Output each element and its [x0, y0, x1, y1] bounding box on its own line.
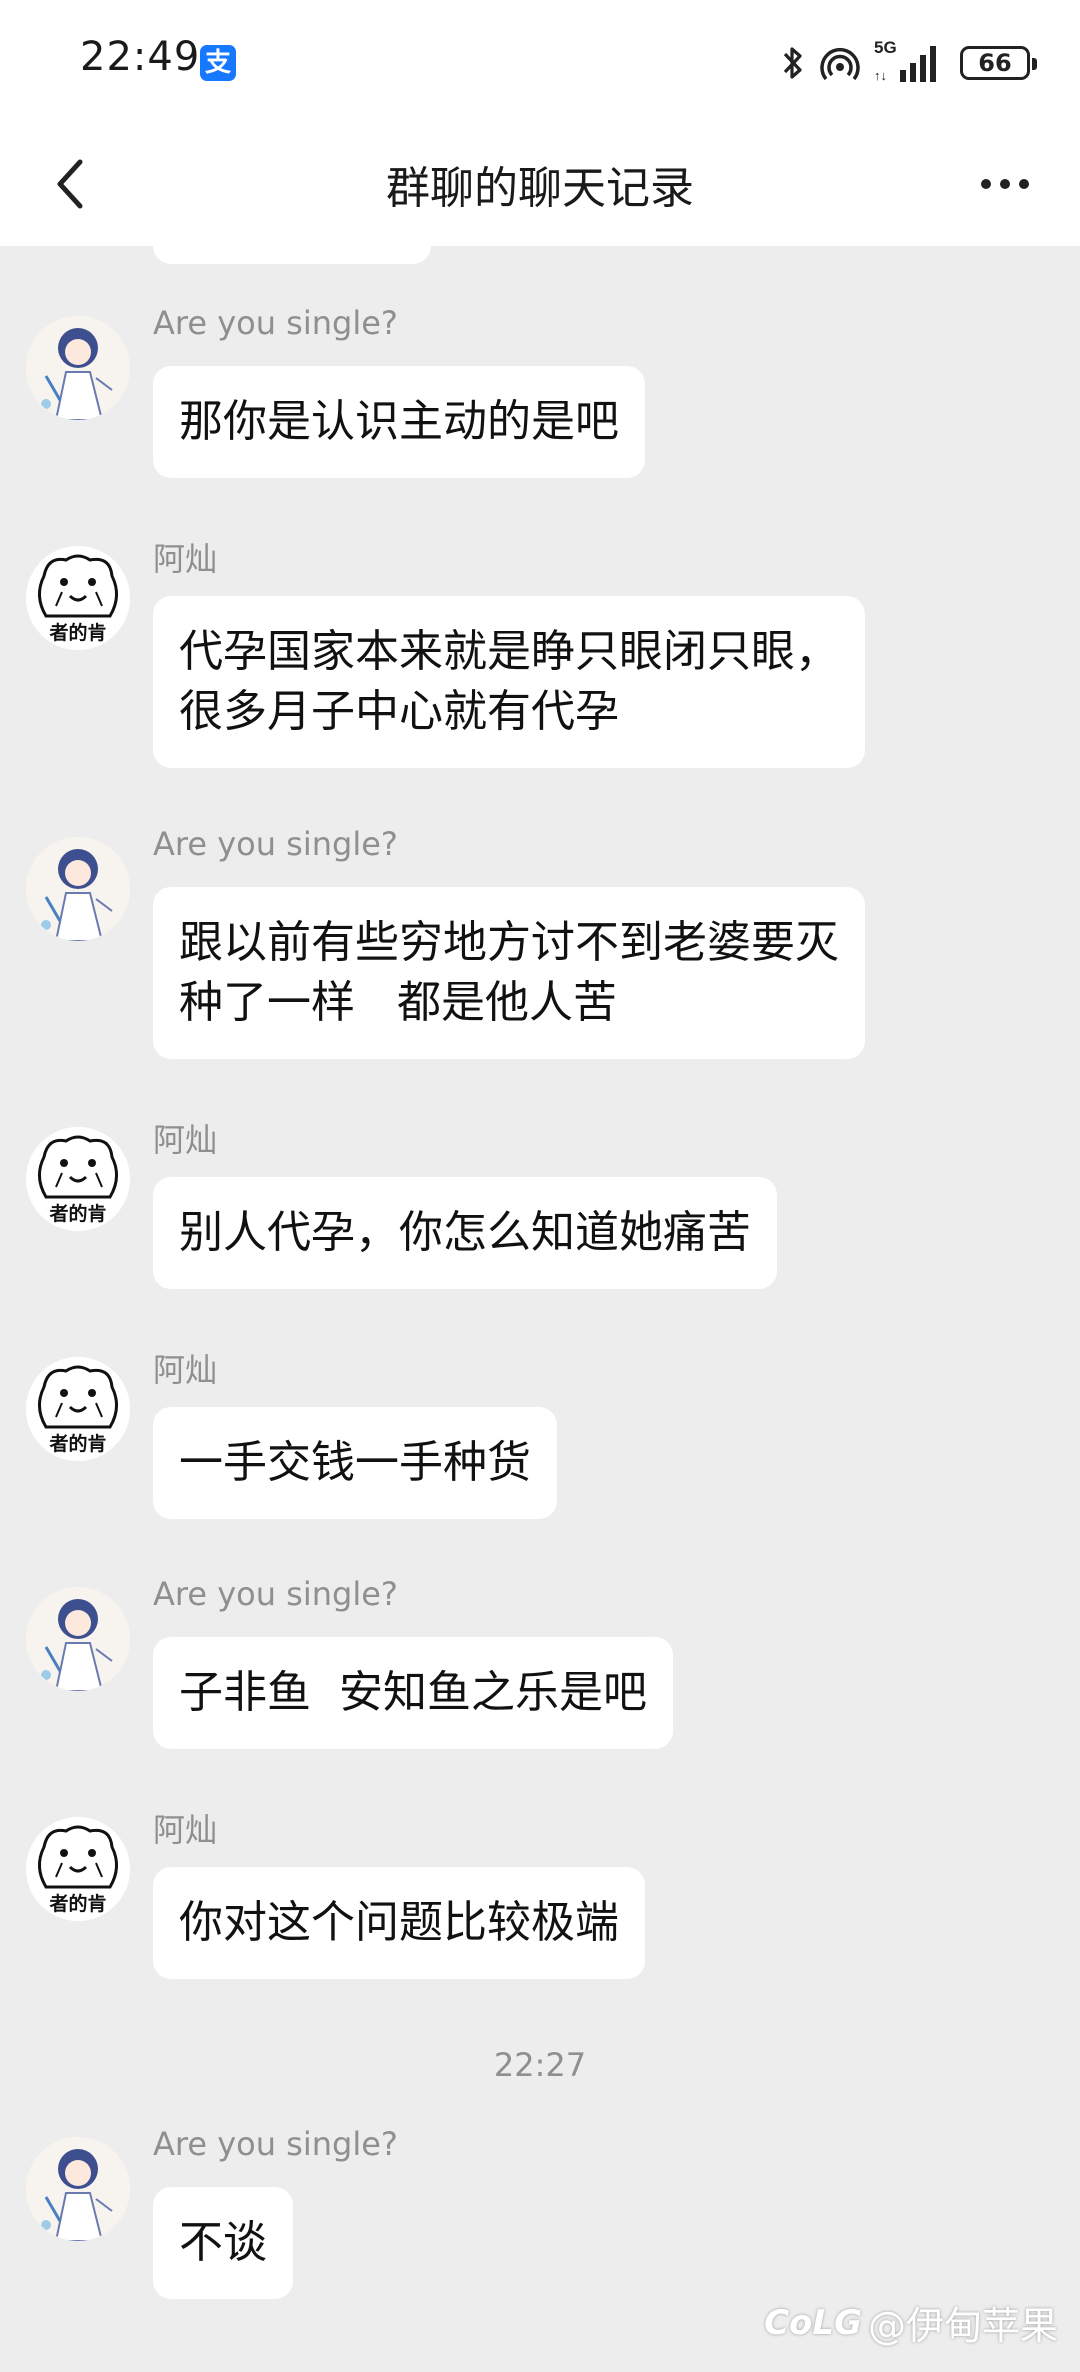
avatar-caption: 者的肯 — [49, 622, 107, 644]
battery-indicator: 66 — [960, 46, 1037, 80]
battery-level: 66 — [978, 49, 1012, 77]
message-bubble[interactable]: 别人代孕，你怎么知道她痛苦 — [153, 1177, 777, 1289]
page-title: 群聊的聊天记录 — [386, 163, 694, 214]
signal-icon: 5G ↑↓ — [874, 38, 946, 84]
message-bubble[interactable]: 那你是认识主动的是吧 — [153, 366, 645, 478]
more-dot-icon — [981, 179, 991, 189]
sender-name: 阿灿 — [153, 1811, 218, 1849]
status-bar: 22:49 支 5G ↑↓ 66 — [0, 0, 1080, 120]
avatar-caption: 者的肯 — [49, 1203, 107, 1225]
sender-name: 阿灿 — [153, 1351, 218, 1389]
anime-girl-avatar[interactable] — [26, 316, 130, 420]
watermark-text: @伊甸苹果 — [867, 2304, 1058, 2348]
bluetooth-icon — [783, 47, 802, 79]
meme-bear-avatar[interactable]: 者的肯 — [26, 1817, 130, 1921]
message-bubble-partial[interactable] — [153, 246, 431, 264]
meme-bear-avatar[interactable]: 者的肯 — [26, 546, 130, 650]
alipay-icon: 支 — [200, 45, 236, 81]
chat-history[interactable]: Are you single? 那你是认识主动的是吧 者的肯 阿灿 代孕国家本来… — [0, 246, 1080, 2372]
meme-bear-avatar[interactable]: 者的肯 — [26, 1127, 130, 1231]
message-bubble[interactable]: 代孕国家本来就是睁只眼闭只眼， 很多月子中心就有代孕 — [153, 596, 865, 768]
hotspot-icon — [820, 48, 860, 81]
watermark: CoLG @伊甸苹果 — [764, 2295, 1058, 2350]
more-options-button[interactable] — [960, 144, 1050, 224]
more-dot-icon — [1019, 179, 1029, 189]
watermark-logo: CoLG — [764, 2302, 862, 2343]
anime-girl-avatar[interactable] — [26, 2137, 130, 2241]
message-bubble[interactable]: 你对这个问题比较极端 — [153, 1867, 645, 1979]
anime-girl-avatar[interactable] — [26, 1587, 130, 1691]
meme-bear-avatar[interactable]: 者的肯 — [26, 1357, 130, 1461]
message-bubble[interactable]: 不谈 — [153, 2187, 293, 2299]
message-bubble[interactable]: 一手交钱一手种货 — [153, 1407, 557, 1519]
sender-name: 阿灿 — [153, 1121, 218, 1159]
svg-text:↑↓: ↑↓ — [874, 68, 887, 83]
sender-name: Are you single? — [153, 825, 398, 863]
sender-name: Are you single? — [153, 304, 398, 342]
sender-name: Are you single? — [153, 2125, 398, 2163]
anime-girl-avatar[interactable] — [26, 837, 130, 941]
navigation-bar: 群聊的聊天记录 — [0, 120, 1080, 246]
sender-name: Are you single? — [153, 1575, 398, 1613]
more-dot-icon — [1000, 179, 1010, 189]
message-bubble[interactable]: 子非鱼 安知鱼之乐是吧 — [153, 1637, 673, 1749]
avatar-caption: 者的肯 — [49, 1893, 107, 1915]
avatar-caption: 者的肯 — [49, 1433, 107, 1455]
status-time: 22:49 — [80, 34, 201, 80]
message-bubble[interactable]: 跟以前有些穷地方讨不到老婆要灭 种了一样 都是他人苦 — [153, 887, 865, 1059]
time-divider: 22:27 — [493, 2046, 587, 2084]
status-icons: 5G ↑↓ 66 — [780, 38, 1037, 88]
sender-name: 阿灿 — [153, 540, 218, 578]
